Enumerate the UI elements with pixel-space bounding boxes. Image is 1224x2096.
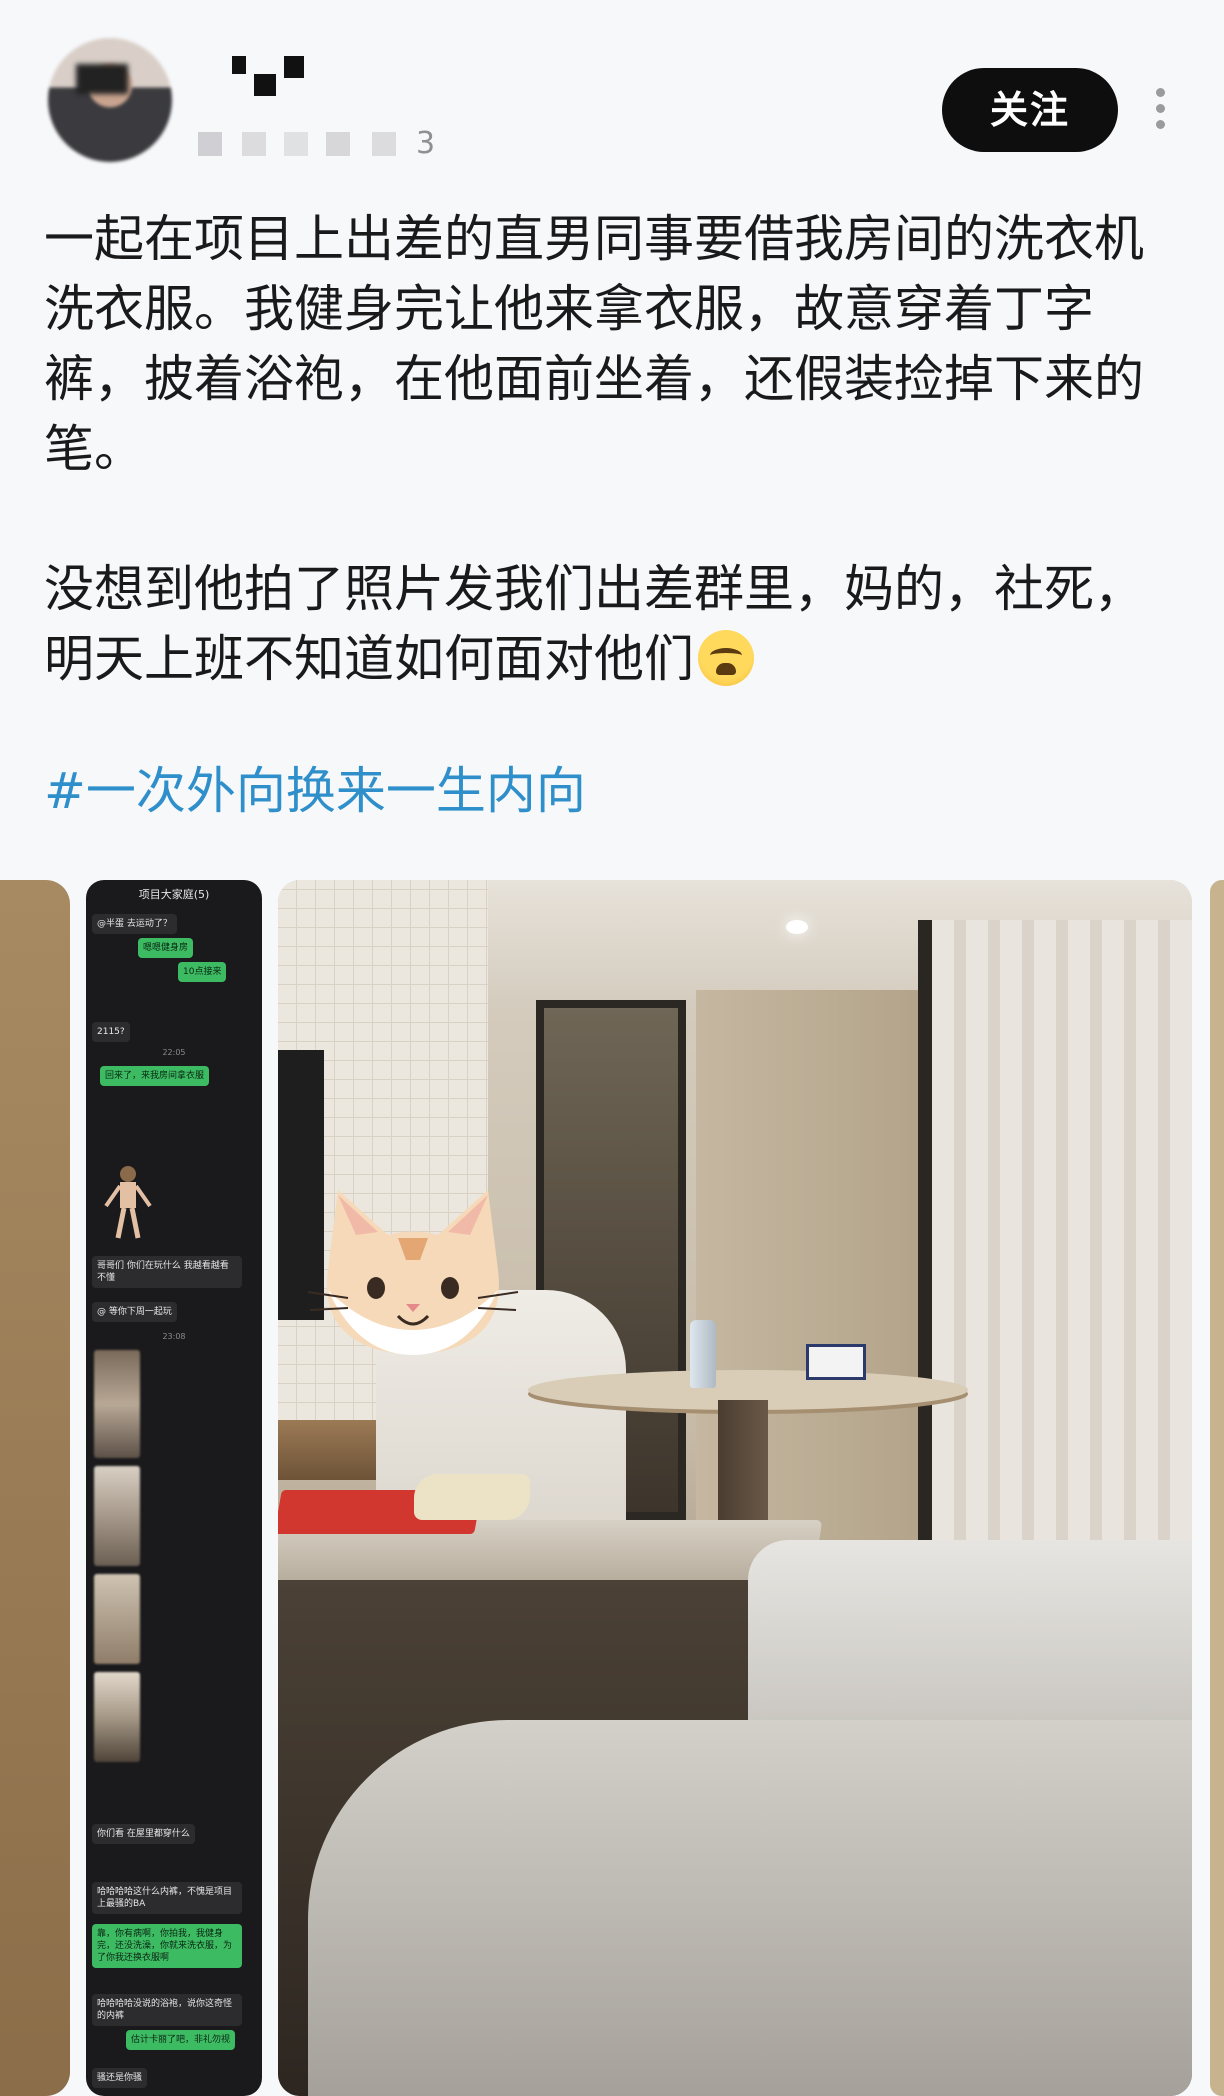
- pouch: [414, 1474, 530, 1520]
- hotel-room-photo[interactable]: [278, 880, 1192, 2096]
- chat-message: 2115?: [92, 1022, 130, 1042]
- post-header: 3 关注: [0, 0, 1224, 190]
- water-bottle: [690, 1320, 716, 1388]
- chat-screenshot-image[interactable]: 项目大家庭(5) @半蛋 去运动了？ 嗯嗯健身房 10点接来 2115? 22:…: [86, 880, 262, 2096]
- chat-photo-thumbnail: [104, 1166, 152, 1239]
- chat-message: @半蛋 去运动了？: [92, 914, 177, 934]
- chat-photo-thumbnail: [94, 1466, 140, 1566]
- curtained-window: [918, 920, 1192, 1620]
- chat-message: 你们看 在屋里都穿什么: [92, 1824, 195, 1844]
- chat-message: 靠，你有病啊，你拍我，我健身完，还没洗澡，你就来洗衣服，为了你我还换衣服啊: [92, 1924, 242, 1968]
- next-image-thumbnail[interactable]: [1210, 880, 1224, 2096]
- chat-message: @ 等你下周一起玩: [92, 1302, 177, 1322]
- sofa-seat: [308, 1720, 1192, 2096]
- chat-message: 哈哈哈哈这什么内裤，不愧是项目上最骚的BA: [92, 1882, 242, 1914]
- post-meta-tail: 3: [416, 126, 436, 161]
- post-meta-redacted: 3: [198, 126, 468, 161]
- post-paragraph-1: 一起在项目上出差的直男同事要借我房间的洗衣机洗衣服。我健身完让他来拿衣服，故意穿…: [44, 210, 1144, 478]
- chat-photo-thumbnail: [94, 1672, 140, 1762]
- chat-message: 哈哈哈哈没说的浴袍，说你这奇怪的内裤: [92, 1994, 242, 2026]
- chat-title: 项目大家庭(5): [138, 888, 210, 901]
- chat-message: 10点接来: [178, 962, 227, 982]
- more-options-icon[interactable]: [1146, 88, 1174, 136]
- chat-message: 骚还是你骚: [92, 2068, 148, 2088]
- post-text: 一起在项目上出差的直男同事要借我房间的洗衣机洗衣服。我健身完让他来拿衣服，故意穿…: [44, 204, 1184, 694]
- chat-message: 哥哥们 你们在玩什么 我越看越看不懂: [92, 1256, 242, 1288]
- post-images: 项目大家庭(5) @半蛋 去运动了？ 嗯嗯健身房 10点接来 2115? 22:…: [0, 880, 1224, 2096]
- ceiling-light: [786, 920, 808, 934]
- cat-face-sticker: [307, 1190, 519, 1355]
- chat-timestamp: 23:08: [162, 1332, 186, 1341]
- follow-button[interactable]: 关注: [942, 68, 1118, 152]
- username-redacted[interactable]: [232, 56, 312, 102]
- minibar-sign: [806, 1344, 866, 1380]
- chat-timestamp: 22:05: [162, 1048, 186, 1057]
- avatar[interactable]: [48, 38, 172, 162]
- tired-face-emoji-icon: [698, 630, 754, 686]
- hashtag-link[interactable]: #一次外向换来一生内向: [44, 756, 586, 826]
- chat-message: 回来了，来我房间拿衣服: [100, 1066, 210, 1086]
- chat-photo-thumbnail: [94, 1574, 140, 1664]
- previous-image-thumbnail[interactable]: [0, 880, 70, 2096]
- chat-message: 估计卡丽了吧，非礼勿视: [126, 2030, 236, 2050]
- post-paragraph-2: 没想到他拍了照片发我们出差群里，妈的，社死，明天上班不知道如何面对他们: [44, 560, 1144, 688]
- chat-photo-thumbnail: [94, 1350, 140, 1458]
- chat-message: 嗯嗯健身房: [138, 938, 194, 958]
